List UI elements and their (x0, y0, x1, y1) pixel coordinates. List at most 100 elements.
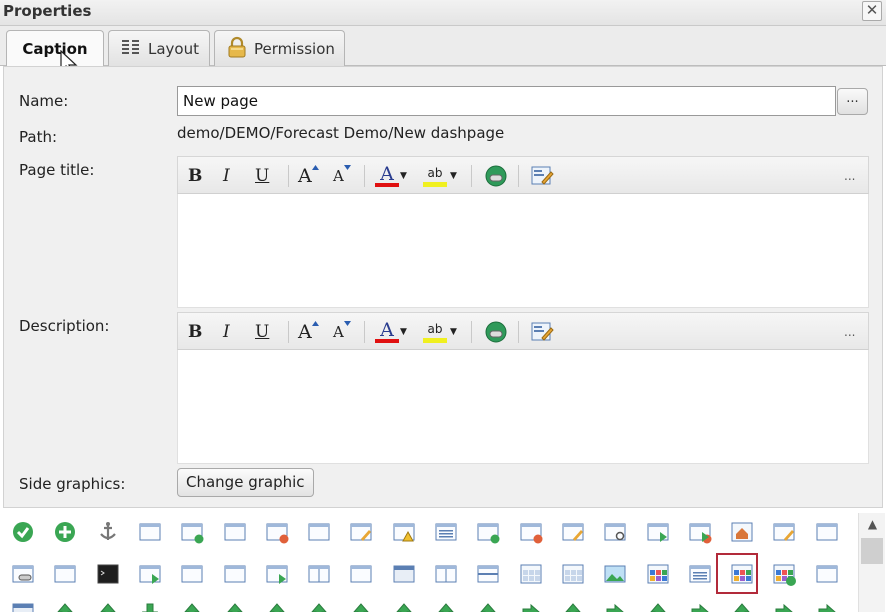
gallery-home-icon[interactable] (730, 520, 754, 544)
gallery-anchor-icon[interactable] (96, 520, 120, 544)
underline-button[interactable]: U (255, 320, 269, 344)
gallery-tiles+-icon[interactable] (772, 562, 797, 586)
gallery-up-icon[interactable] (307, 600, 331, 612)
gallery-listpen-icon[interactable] (561, 520, 585, 544)
gallery-up-icon[interactable] (561, 600, 585, 612)
gallery-winpen2-icon[interactable] (772, 520, 796, 544)
gallery-dd-icon[interactable] (349, 600, 373, 612)
gallery-win-icon[interactable] (138, 520, 162, 544)
gallery-win--icon[interactable] (265, 520, 289, 544)
gallery-upup-icon[interactable] (96, 600, 120, 612)
gallery-win->-icon[interactable] (688, 520, 712, 544)
font-color-bar (375, 339, 399, 343)
highlight-button[interactable]: ab (423, 320, 447, 344)
gallery->-icon[interactable] (688, 600, 712, 612)
more-options-button[interactable]: ... (844, 164, 855, 188)
browse-button[interactable]: ... (837, 88, 868, 115)
underline-button[interactable]: U (255, 164, 269, 188)
font-color-button[interactable]: A (375, 320, 399, 344)
gallery-check-icon[interactable] (11, 520, 35, 544)
gallery-term-icon[interactable] (96, 562, 120, 586)
gallery-list-icon[interactable] (434, 520, 458, 544)
gallery-table-icon[interactable] (519, 562, 543, 586)
gallery-up-icon[interactable] (392, 600, 416, 612)
gallery->-icon[interactable] (772, 600, 796, 612)
shrink-font-label: A (333, 323, 344, 341)
gallery-win+-icon[interactable] (180, 520, 204, 544)
gallery-winsearch-icon[interactable] (603, 520, 627, 544)
tab-layout[interactable]: Layout (108, 30, 210, 66)
gallery-lines-icon[interactable] (688, 562, 712, 586)
highlight-dropdown-icon[interactable]: ▼ (450, 164, 457, 188)
gallery-up-icon[interactable] (730, 600, 754, 612)
description-textarea[interactable] (177, 350, 869, 464)
tab-caption[interactable]: Caption (6, 30, 104, 67)
shrink-font-button[interactable]: A (333, 164, 351, 188)
gallery-col1-icon[interactable] (180, 562, 204, 586)
gallery-col2-icon[interactable] (307, 562, 331, 586)
insert-link-icon[interactable] (484, 164, 508, 188)
gallery-dd-icon[interactable] (180, 600, 204, 612)
grow-font-button[interactable]: A (298, 320, 319, 344)
gallery-win>-icon[interactable] (646, 520, 670, 544)
gallery-tr-icon[interactable] (223, 600, 247, 612)
highlight-button[interactable]: ab (423, 164, 447, 188)
scroll-thumb[interactable] (861, 538, 883, 564)
font-color-dropdown-icon[interactable]: ▼ (400, 320, 407, 344)
italic-button[interactable]: I (223, 164, 230, 188)
gallery-tiles-icon[interactable] (646, 562, 670, 586)
gallery-col3-icon[interactable] (349, 562, 373, 586)
gallery-bar-icon[interactable] (11, 600, 35, 612)
more-options-button[interactable]: ... (844, 320, 855, 344)
edit-source-icon[interactable] (530, 320, 554, 344)
insert-link-icon[interactable] (484, 320, 508, 344)
tab-permission[interactable]: Permission (214, 30, 345, 66)
gallery-img-icon[interactable] (603, 562, 627, 586)
gallery-list--icon[interactable] (519, 520, 543, 544)
gallery->-icon[interactable] (519, 600, 543, 612)
gallery-link-icon[interactable] (11, 562, 35, 586)
gallery-wins-icon[interactable] (223, 520, 247, 544)
gallery-winwarn-icon[interactable] (392, 520, 416, 544)
gallery-wins2-icon[interactable] (307, 520, 331, 544)
toolbar-divider (518, 321, 519, 343)
gallery-winfold-icon[interactable] (815, 520, 839, 544)
gallery-col>-icon[interactable] (265, 562, 289, 586)
shrink-font-button[interactable]: A (333, 320, 351, 344)
gallery-plus-icon[interactable] (53, 520, 77, 544)
bold-button[interactable]: B (188, 164, 202, 188)
change-graphic-button[interactable]: Change graphic (177, 468, 314, 497)
gallery-dd-icon[interactable] (476, 600, 500, 612)
name-input[interactable] (177, 86, 836, 116)
font-color-button[interactable]: A (375, 164, 399, 188)
gallery-scrollbar[interactable]: ▲ (858, 513, 885, 612)
gallery-up-icon[interactable] (53, 600, 77, 612)
gallery-bar-icon[interactable] (392, 562, 416, 586)
gallery-blank-icon[interactable] (815, 562, 839, 586)
gallery-win2-icon[interactable] (53, 562, 77, 586)
gallery-list+-icon[interactable] (476, 520, 500, 544)
gallery-winpen-icon[interactable] (349, 520, 373, 544)
gallery-hsplit-icon[interactable] (476, 562, 500, 586)
gallery-up-icon[interactable] (434, 600, 458, 612)
gallery->-icon[interactable] (603, 600, 627, 612)
italic-button[interactable]: I (223, 320, 230, 344)
bold-button[interactable]: B (188, 320, 202, 344)
grow-arrow-icon (311, 165, 319, 170)
gallery-down-icon[interactable] (138, 600, 162, 612)
gallery-win>2-icon[interactable] (138, 562, 162, 586)
scroll-up-icon[interactable]: ▲ (859, 517, 886, 535)
page-title-textarea[interactable] (177, 194, 869, 308)
gallery-up-icon[interactable] (646, 600, 670, 612)
grow-font-button[interactable]: A (298, 164, 319, 188)
font-color-dropdown-icon[interactable]: ▼ (400, 164, 407, 188)
shrink-font-label: A (333, 167, 344, 185)
close-icon[interactable]: ✕ (862, 1, 882, 21)
highlight-dropdown-icon[interactable]: ▼ (450, 320, 457, 344)
gallery-split-icon[interactable] (434, 562, 458, 586)
gallery-tl-icon[interactable] (265, 600, 289, 612)
gallery-table2-icon[interactable] (561, 562, 585, 586)
edit-source-icon[interactable] (530, 164, 554, 188)
gallery->-icon[interactable] (815, 600, 839, 612)
gallery-col<-icon[interactable] (223, 562, 247, 586)
